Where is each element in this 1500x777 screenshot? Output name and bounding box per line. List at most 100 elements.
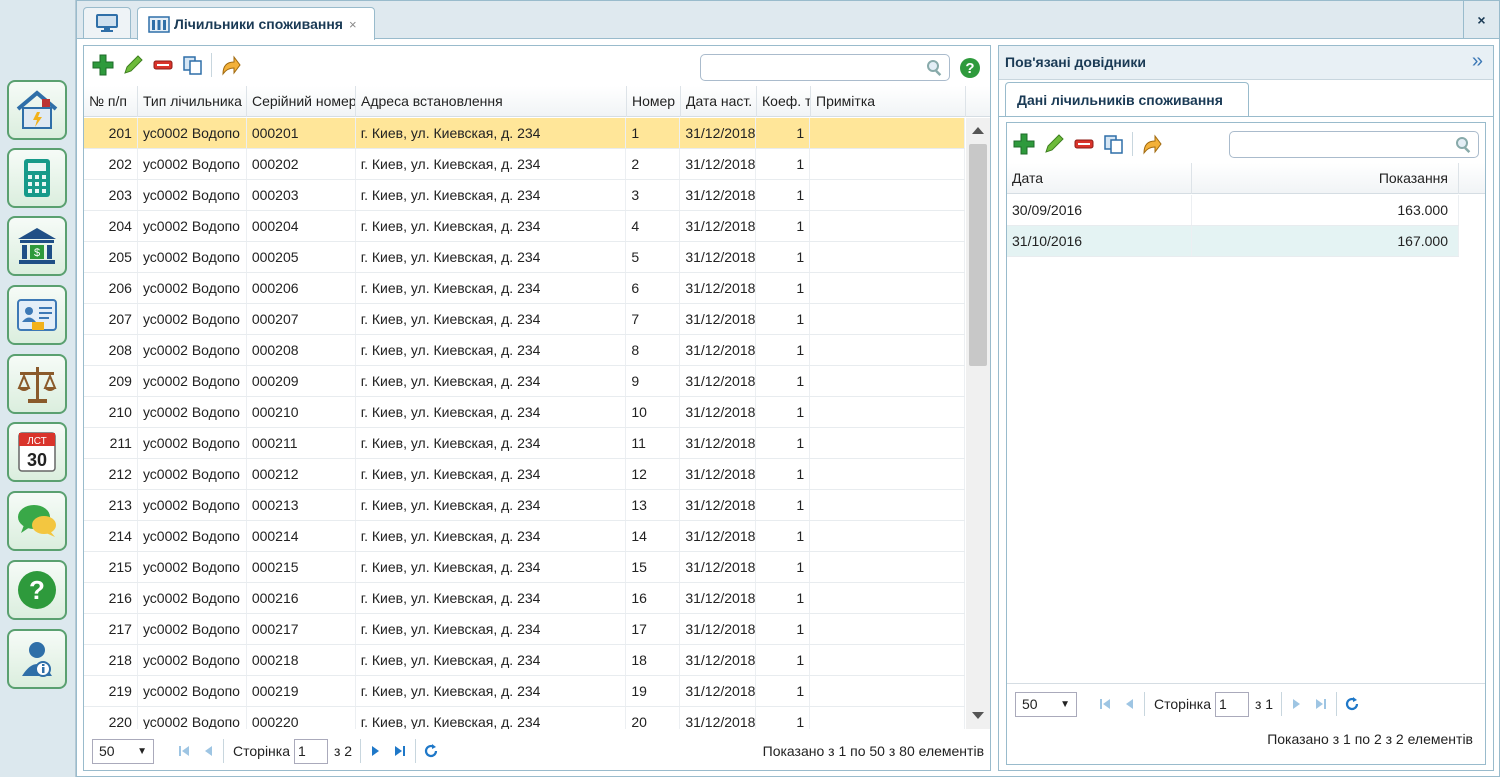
col-header-serial[interactable]: Серійний номер [247, 86, 356, 117]
table-row[interactable]: 206 ус0002 Водопо 000206 г. Киев, ул. Киевс… [84, 273, 966, 304]
table-row[interactable]: 219 ус0002 Водопо 000219 г. Киев, ул. Киевс… [84, 676, 966, 707]
help-button[interactable]: ? [960, 58, 980, 78]
col-header-next-date[interactable]: Дата наст. [681, 86, 757, 117]
cell-number: 216 [84, 583, 138, 613]
sidebar-item-user-info[interactable] [7, 629, 67, 689]
meters-grid-scrollbar[interactable] [966, 118, 990, 729]
table-row[interactable]: 216 ус0002 Водопо 000216 г. Киев, ул. Киевс… [84, 583, 966, 614]
tab-desktop[interactable] [83, 7, 131, 38]
cell-meter-type: ус0002 Водопо [138, 273, 247, 303]
cell-index: 6 [626, 273, 681, 303]
tab-consumption-meters[interactable]: Лічильники споживання × [137, 7, 375, 40]
pencil-icon [124, 55, 143, 74]
table-row[interactable]: 210 ус0002 Водопо 000210 г. Киев, ул. Киевс… [84, 397, 966, 428]
copy-icon [1104, 135, 1123, 154]
meters-search-input[interactable] [700, 54, 950, 81]
edit-button[interactable] [118, 50, 148, 80]
forward-button[interactable] [215, 50, 245, 80]
cell-address: г. Киев, ул. Киевская, д. 234 [356, 149, 627, 179]
table-row[interactable]: 31/10/2016 167.000 [1007, 226, 1459, 257]
table-row[interactable]: 207 ус0002 Водопо 000207 г. Киев, ул. Киевс… [84, 304, 966, 335]
readings-first-page-button[interactable] [1093, 692, 1117, 716]
cell-address: г. Киев, ул. Киевская, д. 234 [356, 676, 627, 706]
readings-page-size-select[interactable]: 50 ▼ [1015, 691, 1077, 717]
edit-reading-button[interactable] [1039, 129, 1069, 159]
table-row[interactable]: 201 ус0002 Водопо 000201 г. Киев, ул. Киевс… [84, 118, 966, 149]
sidebar-item-calculator[interactable] [7, 148, 67, 208]
sidebar-item-calendar[interactable]: ЛСТ 30 [7, 422, 67, 482]
sidebar-item-chat[interactable] [7, 491, 67, 551]
close-all-tabs-button[interactable]: × [1463, 1, 1499, 39]
last-page-button[interactable] [388, 739, 412, 763]
table-row[interactable]: 218 ус0002 Водопо 000218 г. Киев, ул. Киевс… [84, 645, 966, 676]
remove-icon [1074, 139, 1094, 149]
col-header-reading[interactable]: Показання [1192, 163, 1459, 194]
copy-reading-button[interactable] [1099, 129, 1129, 159]
cell-serial: 000212 [247, 459, 356, 489]
scroll-up-icon[interactable] [972, 126, 984, 134]
tab-close-icon[interactable]: × [349, 17, 357, 32]
sidebar-item-bank[interactable]: $ [7, 216, 67, 276]
cell-index: 20 [626, 707, 681, 729]
next-page-button[interactable] [364, 739, 388, 763]
page-size-select[interactable]: 50 ▼ [92, 738, 154, 764]
cell-coef: 1 [756, 149, 811, 179]
table-row[interactable]: 211 ус0002 Водопо 000211 г. Киев, ул. Киевс… [84, 428, 966, 459]
cell-index: 3 [626, 180, 681, 210]
cell-number: 205 [84, 242, 138, 272]
first-page-button[interactable] [172, 739, 196, 763]
table-row[interactable]: 205 ус0002 Водопо 000205 г. Киев, ул. Киевс… [84, 242, 966, 273]
scrollbar-thumb[interactable] [969, 144, 987, 366]
add-button[interactable] [88, 50, 118, 80]
readings-search-input[interactable] [1229, 131, 1479, 158]
col-header-date[interactable]: Дата [1007, 163, 1192, 194]
cell-coef: 1 [756, 583, 811, 613]
collapse-panel-icon[interactable]: » [1472, 50, 1483, 73]
table-row[interactable]: 213 ус0002 Водопо 000213 г. Киев, ул. Киевс… [84, 490, 966, 521]
page-number-input[interactable]: 1 [294, 738, 328, 764]
tab-consumption-data[interactable]: Дані лічильників споживання [1005, 82, 1249, 116]
col-header-index[interactable]: Номер [627, 86, 681, 117]
pager-separator [1281, 692, 1283, 716]
cell-number: 213 [84, 490, 138, 520]
readings-prev-page-button[interactable] [1117, 692, 1141, 716]
col-header-number[interactable]: № п/п [84, 86, 138, 117]
cell-index: 10 [626, 397, 681, 427]
delete-reading-button[interactable] [1069, 129, 1099, 159]
table-row[interactable]: 215 ус0002 Водопо 000215 г. Киев, ул. Киевс… [84, 552, 966, 583]
table-row[interactable]: 220 ус0002 Водопо 000220 г. Киев, ул. Киевс… [84, 707, 966, 729]
table-row[interactable]: 203 ус0002 Водопо 000203 г. Киев, ул. Киевс… [84, 180, 966, 211]
readings-next-page-button[interactable] [1285, 692, 1309, 716]
refresh-button[interactable] [419, 739, 443, 763]
sidebar-item-utilities[interactable] [7, 80, 67, 140]
table-row[interactable]: 214 ус0002 Водопо 000214 г. Киев, ул. Киевс… [84, 521, 966, 552]
forward-reading-button[interactable] [1136, 129, 1166, 159]
prev-page-button[interactable] [196, 739, 220, 763]
table-row[interactable]: 208 ус0002 Водопо 000208 г. Киев, ул. Киевс… [84, 335, 966, 366]
readings-refresh-button[interactable] [1340, 692, 1364, 716]
col-header-coef[interactable]: Коеф. т [757, 86, 811, 117]
readings-grid-header: Дата Показання [1007, 163, 1485, 194]
cell-next-date: 31/12/2018 [680, 273, 757, 303]
readings-page-number-input[interactable]: 1 [1215, 691, 1249, 717]
col-header-address[interactable]: Адреса встановлення [356, 86, 627, 117]
table-row[interactable]: 30/09/2016 163.000 [1007, 195, 1459, 226]
table-row[interactable]: 217 ус0002 Водопо 000217 г. Киев, ул. Киевс… [84, 614, 966, 645]
col-header-meter-type[interactable]: Тип лічильника [138, 86, 247, 117]
copy-button[interactable] [178, 50, 208, 80]
delete-button[interactable] [148, 50, 178, 80]
cell-address: г. Киев, ул. Киевская, д. 234 [356, 459, 627, 489]
sidebar-item-help[interactable]: ? [7, 560, 67, 620]
sidebar-item-scales[interactable] [7, 354, 67, 414]
table-row[interactable]: 204 ус0002 Водопо 000204 г. Киев, ул. Киевс… [84, 211, 966, 242]
scroll-down-icon[interactable] [972, 712, 984, 720]
readings-last-page-button[interactable] [1309, 692, 1333, 716]
sidebar-item-contacts[interactable] [7, 285, 67, 345]
cell-index: 19 [626, 676, 681, 706]
col-header-note[interactable]: Примітка [811, 86, 966, 117]
table-row[interactable]: 209 ус0002 Водопо 000209 г. Киев, ул. Киевс… [84, 366, 966, 397]
table-row[interactable]: 212 ус0002 Водопо 000212 г. Киев, ул. Киевс… [84, 459, 966, 490]
cell-number: 218 [84, 645, 138, 675]
add-reading-button[interactable] [1009, 129, 1039, 159]
table-row[interactable]: 202 ус0002 Водопо 000202 г. Киев, ул. Киевс… [84, 149, 966, 180]
